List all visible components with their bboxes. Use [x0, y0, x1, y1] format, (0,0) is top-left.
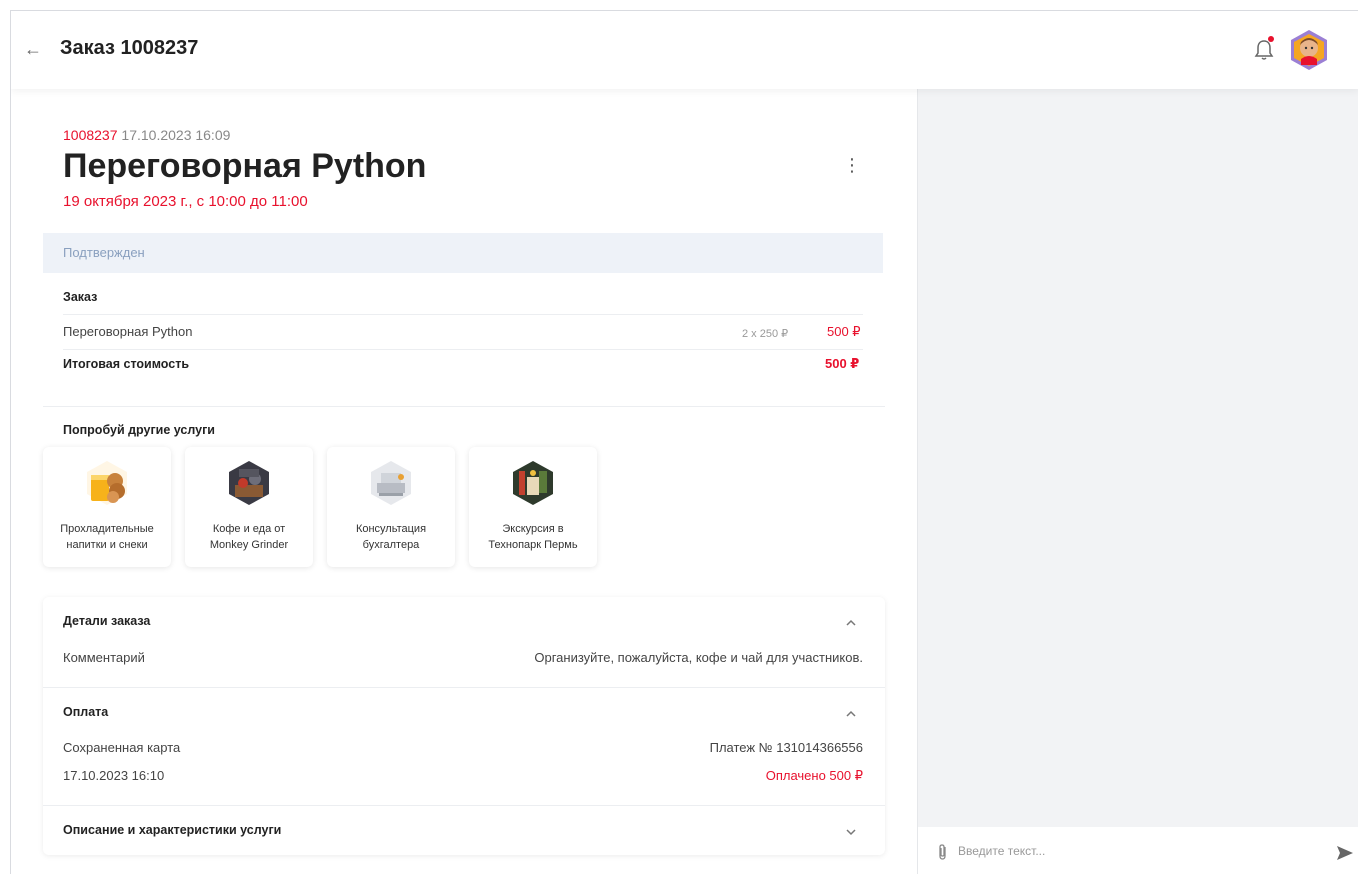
order-item-name: Переговорная Python	[63, 324, 193, 339]
page-title: Заказ 1008237	[60, 37, 199, 59]
status-text: Подтвержден	[63, 245, 145, 260]
service-card-coffee[interactable]: Кофе и еда от Monkey Grinder	[185, 447, 313, 567]
send-icon[interactable]	[1336, 845, 1354, 861]
service-title: Переговорная Python	[63, 147, 427, 185]
service-card-label: Прохладительные напитки и снеки	[60, 523, 154, 551]
divider	[43, 687, 885, 688]
chat-pane	[917, 89, 1358, 874]
booking-time: 19 октября 2023 г., с 10:00 до 11:00	[63, 193, 308, 210]
notification-dot	[1268, 36, 1274, 42]
paperclip-icon[interactable]	[936, 843, 950, 861]
payment-header: Оплата	[63, 705, 109, 719]
avatar[interactable]	[1289, 29, 1329, 71]
back-arrow-icon[interactable]: ←	[21, 37, 45, 61]
service-card-drinks[interactable]: Прохладительные напитки и снеки	[43, 447, 171, 567]
excursion-image	[513, 461, 553, 505]
more-menu-icon[interactable]: ⋮	[843, 155, 861, 175]
order-created: 17.10.2023 16:09	[121, 127, 231, 143]
order-number: 1008237	[63, 127, 118, 143]
divider	[43, 406, 885, 407]
divider	[43, 805, 885, 806]
accordion-panel: Детали заказа Комментарий Организуйте, п…	[43, 597, 885, 855]
service-card-label: Экскурсия в Технопарк Пермь	[488, 523, 578, 551]
payment-method: Сохраненная карта	[63, 740, 181, 755]
description-header: Описание и характеристики услуги	[63, 823, 282, 837]
order-details-pane: 1008237 17.10.2023 16:09 Переговорная Py…	[11, 89, 917, 874]
order-item-qty: 2 x 250 ₽	[742, 328, 789, 340]
service-card-label: Консультация бухгалтера	[355, 523, 427, 551]
payment-date: 17.10.2023 16:10	[63, 768, 165, 783]
chevron-up-icon[interactable]	[843, 706, 859, 722]
payment-id: Платеж № 131014366556	[709, 740, 863, 755]
services-label: Попробуй другие услуги	[63, 423, 215, 437]
divider	[63, 314, 863, 315]
accountant-image	[371, 461, 411, 505]
total-label: Итоговая стоимость	[63, 357, 190, 371]
chevron-down-icon[interactable]	[843, 824, 859, 840]
chat-message-input[interactable]	[958, 839, 1318, 863]
divider	[63, 349, 863, 350]
comment-label: Комментарий	[63, 650, 145, 665]
order-item-price: 500 ₽	[827, 324, 861, 339]
chevron-up-icon[interactable]	[843, 615, 859, 631]
chat-input-bar	[918, 827, 1358, 874]
comment-value: Организуйте, пожалуйста, кофе и чай для …	[534, 650, 863, 665]
app-frame: ← Заказ 1008237 1008237 17.10.2023 16:09…	[10, 10, 1358, 874]
service-card-excursion[interactable]: Экскурсия в Технопарк Пермь	[469, 447, 597, 567]
total-value: 500 ₽	[825, 356, 860, 371]
drinks-snacks-image	[87, 461, 127, 505]
order-section-label: Заказ	[63, 290, 98, 304]
order-meta: 1008237 17.10.2023 16:09	[63, 127, 230, 143]
details-header: Детали заказа	[63, 614, 151, 628]
top-header: ← Заказ 1008237	[11, 11, 1358, 89]
payment-status: Оплачено 500 ₽	[765, 768, 863, 783]
status-banner: Подтвержден	[43, 233, 883, 273]
service-card-accountant[interactable]: Консультация бухгалтера	[327, 447, 455, 567]
coffee-food-image	[229, 461, 269, 505]
service-card-label: Кофе и еда от Monkey Grinder	[209, 523, 289, 551]
